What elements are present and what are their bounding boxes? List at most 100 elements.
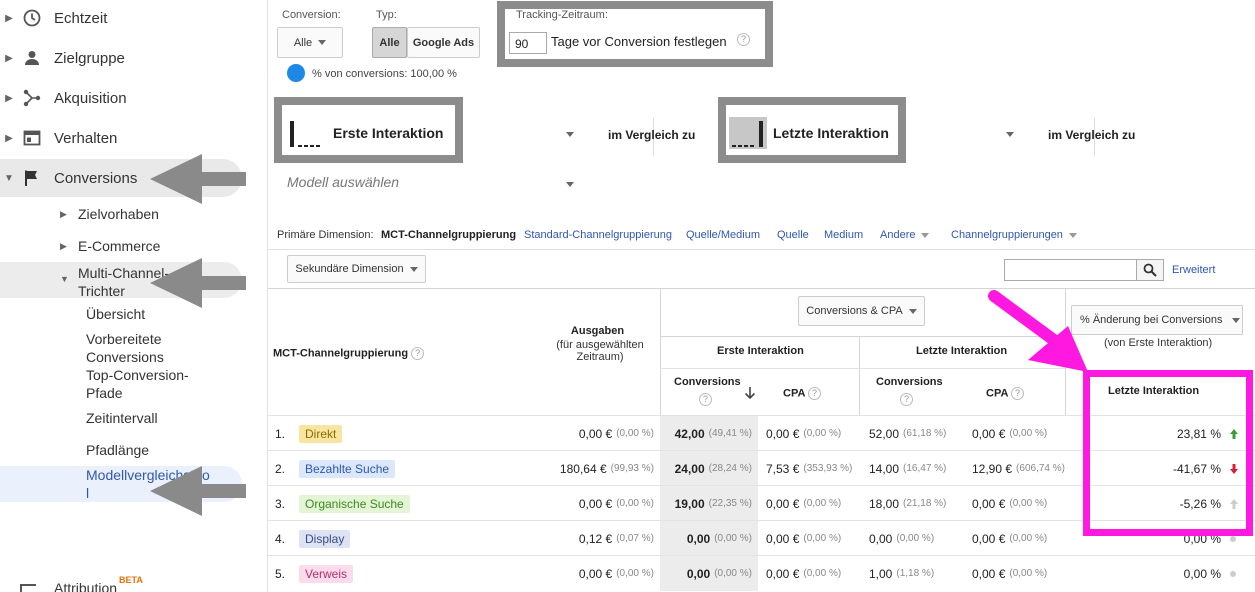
dim-link-standard[interactable]: Standard-Channelgruppierung <box>524 229 672 241</box>
advanced-link[interactable]: Erweitert <box>1172 264 1215 276</box>
spend-cell: 0,00 € (0,00 %) <box>538 486 654 521</box>
first-conversions-cell: 24,00 (28,24 %) <box>660 451 758 486</box>
channel-link[interactable]: Direkt <box>299 424 343 443</box>
dim-link-andere[interactable]: Andere <box>880 229 930 241</box>
dim-link-quelle-medium[interactable]: Quelle/Medium <box>686 229 760 241</box>
col-dimension-label: MCT-Channelgruppierung <box>273 347 409 360</box>
dim-link-medium[interactable]: Medium <box>824 229 863 241</box>
table-search-input[interactable] <box>1004 259 1137 281</box>
tracking-days-input[interactable]: 90 <box>509 32 547 54</box>
channel-cell: Direkt <box>299 416 343 451</box>
last-conversions-pct: (21,18 %) <box>903 498 947 509</box>
last-conversions-cell: 14,00 (16,47 %) <box>869 451 946 486</box>
last-cpa-cell: 0,00 € (0,00 %) <box>972 486 1047 521</box>
caret-down-icon: ▼ <box>60 274 69 284</box>
last-conversions-cell: 18,00 (21,18 %) <box>869 486 946 521</box>
col-last-cpa[interactable]: CPA ? <box>986 387 1025 400</box>
help-icon[interactable]: ? <box>808 387 822 400</box>
annotation-arrow-magenta <box>988 290 1088 372</box>
sidebar-leaf-vorbereitete[interactable]: Vorbereitete Conversions <box>86 330 191 366</box>
annotation-arrow-conversions <box>150 154 246 204</box>
model-select-chevron-icon[interactable] <box>566 182 574 187</box>
type-google-ads-button[interactable]: Google Ads <box>407 27 480 58</box>
trend-none-icon <box>1230 570 1236 577</box>
type-all-button[interactable]: Alle <box>372 27 407 58</box>
first-cpa-pct: (0,00 %) <box>803 498 842 509</box>
help-icon[interactable]: ? <box>737 33 750 46</box>
sidebar-leaf-zeitintervall[interactable]: Zeitintervall <box>86 409 216 427</box>
spend-value: 0,00 € <box>578 496 613 511</box>
metric-group-dropdown[interactable]: Conversions & CPA <box>798 296 925 326</box>
sidebar-sub-label: Zielvorhaben <box>78 206 159 222</box>
last-conversions-pct: (0,00 %) <box>896 533 935 544</box>
sidebar-item-verhalten[interactable]: ▶ Verhalten <box>0 128 268 148</box>
chevron-down-icon <box>908 308 917 314</box>
sidebar-leaf-pfadlaenge[interactable]: Pfadlänge <box>86 441 216 459</box>
sidebar-leaf-top-pfade[interactable]: Top-Conversion-Pfade <box>86 366 211 402</box>
last-cpa-cell: 0,00 € (0,00 %) <box>972 416 1047 451</box>
sidebar-item-zielgruppe[interactable]: ▶ Zielgruppe <box>0 48 268 68</box>
chevron-down-icon <box>1068 233 1077 238</box>
last-conversions-cell: 52,00 (61,18 %) <box>869 416 946 451</box>
dim-link-quelle[interactable]: Quelle <box>777 229 809 241</box>
sort-arrow-down-icon[interactable] <box>744 386 756 400</box>
table-row[interactable]: 5. Verweis 0,00 € (0,00 %) 0,00 (0,00 %) 0,00 … <box>268 555 1255 591</box>
chevron-down-icon <box>318 40 327 45</box>
caret-right-icon: ▶ <box>5 12 13 24</box>
col-first-cpa[interactable]: CPA ? <box>783 387 822 400</box>
dim-link-label: Channelgruppierungen <box>951 229 1063 241</box>
last-cpa-value: 0,00 € <box>972 426 1006 441</box>
row-index: 4. <box>275 531 286 546</box>
first-conversions-cell: 0,00 (0,00 %) <box>660 556 758 591</box>
first-cpa-value: 7,53 € <box>766 461 800 476</box>
search-button[interactable] <box>1136 259 1164 281</box>
conversion-label: Conversion: <box>282 9 341 21</box>
sidebar-sub-zielvorhaben[interactable]: ▶ Zielvorhaben <box>60 206 159 222</box>
col-last-conversions[interactable]: Conversions <box>876 376 943 388</box>
behavior-icon <box>22 128 42 148</box>
sidebar-item-akquisition[interactable]: ▶ Akquisition <box>0 88 268 108</box>
first-cpa-value: 0,00 € <box>766 531 800 546</box>
channel-link[interactable]: Organische Suche <box>299 494 410 513</box>
dim-link-channelgruppierungen[interactable]: Channelgruppierungen <box>951 229 1077 241</box>
channel-link[interactable]: Bezahlte Suche <box>299 459 396 478</box>
first-model-label: Erste Interaktion <box>333 125 444 141</box>
first-model-chevron-icon[interactable] <box>566 132 574 137</box>
col-dimension-header[interactable]: MCT-Channelgruppierung ? <box>273 347 425 360</box>
first-cpa-cell: 0,00 € (0,00 %) <box>766 521 841 556</box>
help-icon[interactable]: ? <box>699 393 712 406</box>
last-model-chevron-icon[interactable] <box>1006 132 1014 137</box>
row-index: 5. <box>275 566 286 581</box>
chevron-down-icon <box>1232 317 1241 323</box>
first-conversions-pct: (49,41 %) <box>708 428 752 439</box>
last-cpa-pct: (0,00 %) <box>1009 568 1048 579</box>
first-conversions-cell: 0,00 (0,00 %) <box>660 521 758 556</box>
secondary-dimension-dropdown[interactable]: Sekundäre Dimension <box>287 255 426 283</box>
chevron-down-icon <box>921 233 930 238</box>
help-icon[interactable]: ? <box>1011 387 1025 400</box>
channel-link[interactable]: Display <box>299 529 351 548</box>
primary-dimension-active[interactable]: MCT-Channelgruppierung <box>381 229 516 241</box>
first-conversions-value: 42,00 <box>674 426 705 441</box>
change-sub: (von Erste Interaktion) <box>1104 337 1213 349</box>
spend-pct: (99,93 %) <box>610 463 654 474</box>
conversion-dropdown[interactable]: Alle <box>277 27 343 58</box>
spend-pct: (0,00 %) <box>616 498 654 509</box>
group-first-header: Erste Interaktion <box>717 345 804 357</box>
sidebar-item-echtzeit[interactable]: ▶ Echtzeit <box>0 8 268 28</box>
first-conversions-value: 19,00 <box>674 496 705 511</box>
col-spend-header[interactable]: Ausgaben <box>540 325 655 337</box>
model-select-placeholder[interactable]: Modell auswählen <box>287 174 399 190</box>
channel-link[interactable]: Verweis <box>299 564 354 583</box>
last-cpa-value: 0,00 € <box>972 531 1006 546</box>
first-conversions-pct: (0,00 %) <box>714 568 752 579</box>
col-cpa-label: CPA <box>783 387 805 400</box>
flag-icon <box>22 168 42 188</box>
sidebar-item-label: Conversions <box>54 169 138 187</box>
help-icon[interactable]: ? <box>900 393 913 406</box>
sidebar-sub-ecommerce[interactable]: ▶ E-Commerce <box>60 238 160 254</box>
help-icon[interactable]: ? <box>411 347 425 360</box>
last-conversions-pct: (16,47 %) <box>903 463 947 474</box>
col-first-conversions[interactable]: Conversions <box>674 376 741 388</box>
sidebar-item-attribution[interactable]: Attribution BETA <box>20 575 143 592</box>
